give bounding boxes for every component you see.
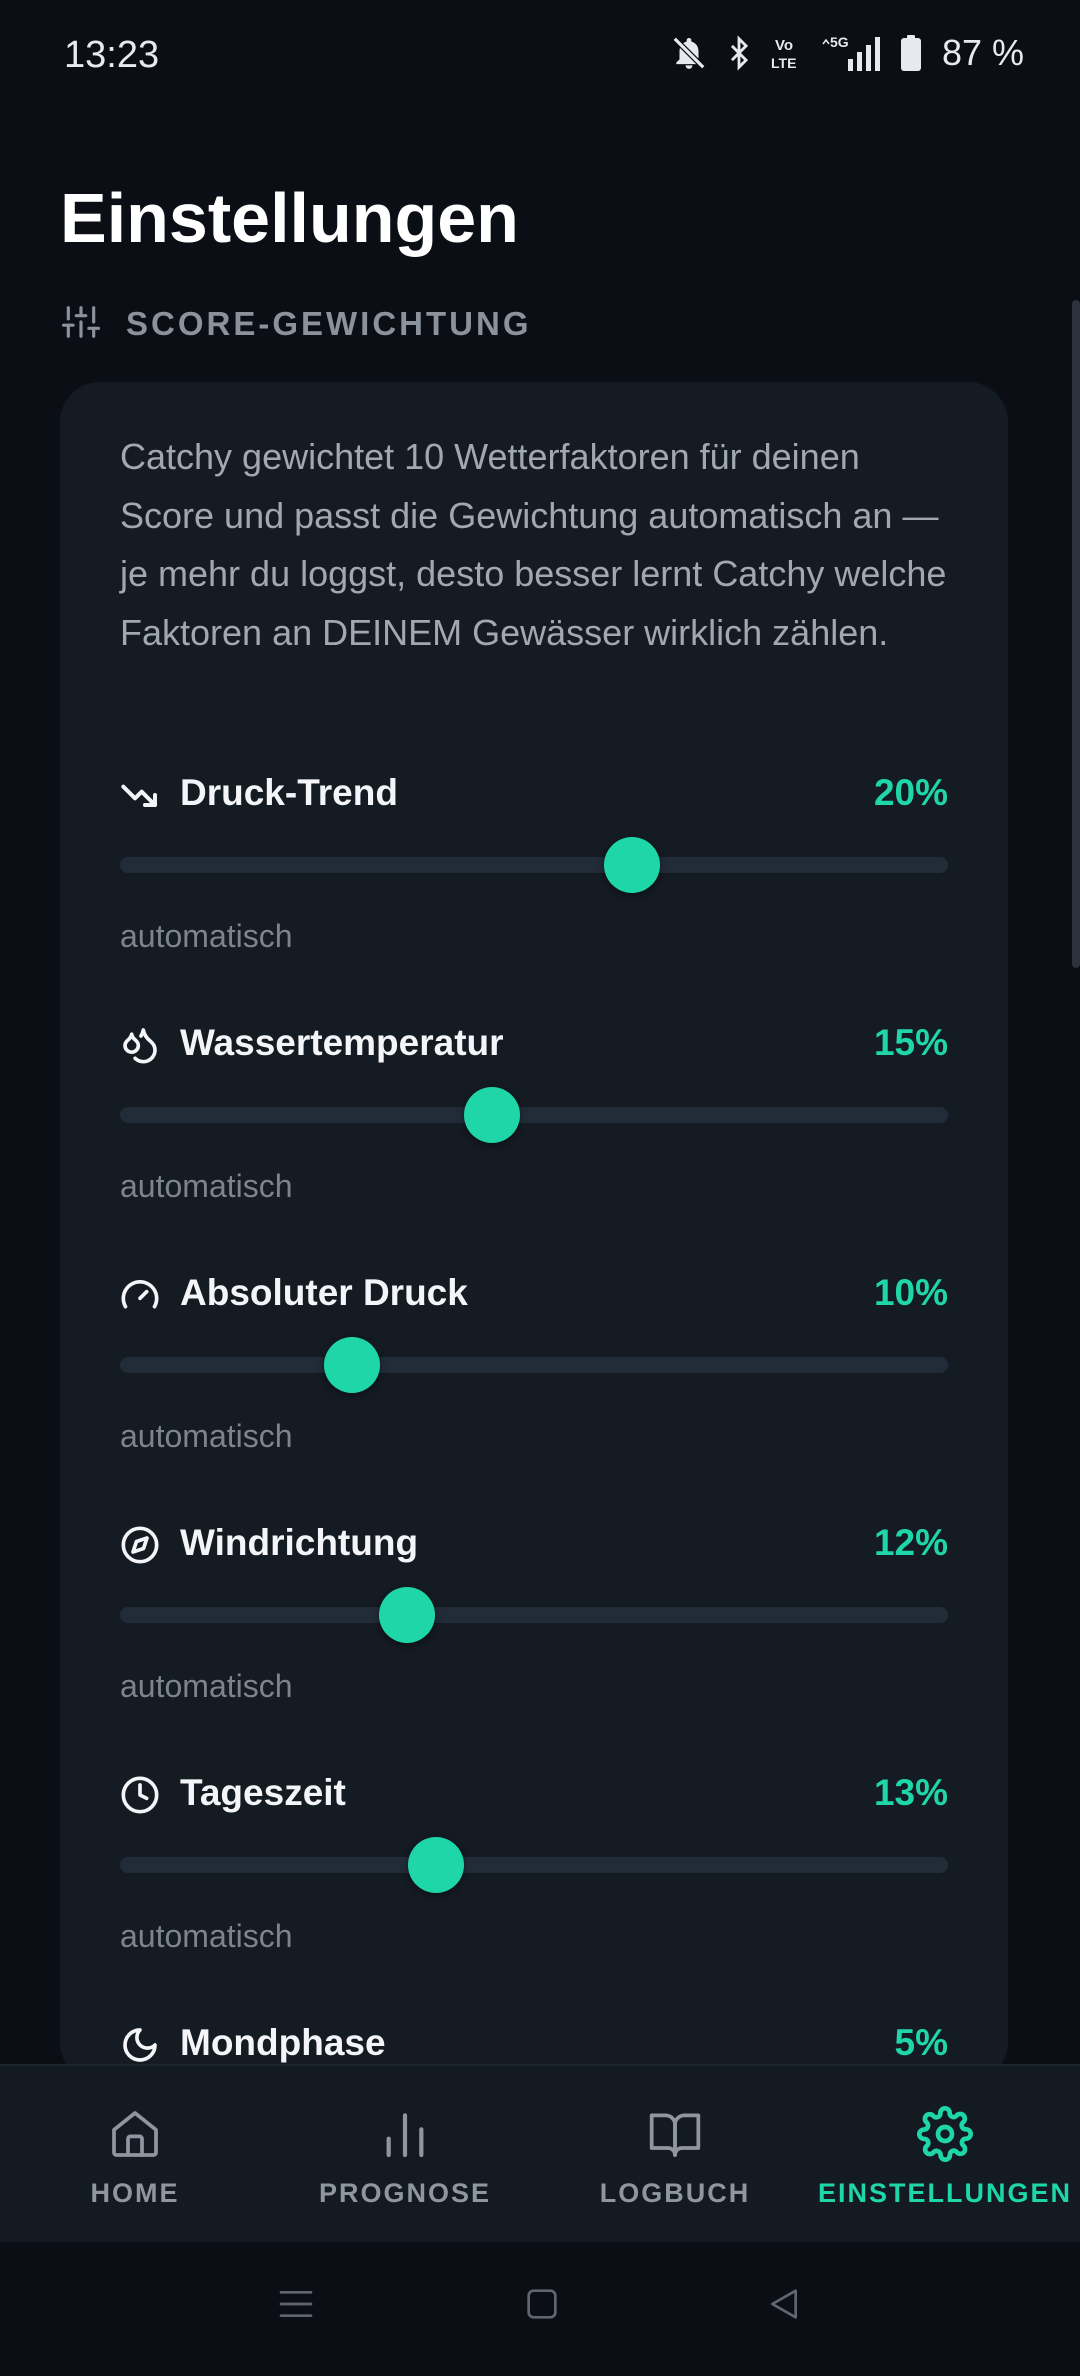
clock-icon [120, 1775, 160, 1815]
section-title: SCORE-GEWICHTUNG [126, 305, 532, 342]
gauge-icon [120, 1275, 160, 1315]
factor-value: 20% [873, 772, 948, 813]
factor-header: Windrichtung 12% [120, 1514, 948, 1574]
factor-windrichtung: Windrichtung 12% automatisch [120, 1514, 948, 1714]
factor-value: 13% [873, 1772, 948, 1813]
factor-header: Absoluter Druck 10% [120, 1264, 948, 1324]
svg-text:LTE: LTE [771, 55, 796, 71]
nav-prognose[interactable]: PROGNOSE [270, 2066, 540, 2244]
factor-value: 5% [894, 2022, 948, 2063]
slider-thumb[interactable] [603, 837, 660, 893]
factor-name: Mondphase [180, 2022, 386, 2063]
network-type: 5G [830, 34, 849, 50]
volte-icon: Vo LTE [770, 34, 806, 72]
bluetooth-icon [722, 34, 756, 72]
factor-name: Windrichtung [180, 1522, 419, 1563]
nav-einstellungen[interactable]: EINSTELLUNGEN [810, 2066, 1080, 2244]
factor-tageszeit: Tageszeit 13% automatisch [120, 1764, 948, 1964]
status-icons: Vo LTE 5G 87 % [670, 32, 1024, 74]
back-icon[interactable] [764, 2284, 804, 2329]
factor-mode: automatisch [120, 918, 293, 954]
weight-slider[interactable] [120, 1587, 948, 1643]
battery-icon [900, 34, 922, 72]
nav-logbuch[interactable]: LOGBUCH [540, 2066, 810, 2244]
page-title: Einstellungen [60, 179, 519, 257]
compass-icon [120, 1525, 160, 1565]
slider-thumb[interactable] [379, 1587, 436, 1643]
bell-off-icon [670, 34, 708, 72]
factor-absoluter-druck: Absoluter Druck 10% automatisch [120, 1264, 948, 1464]
slider-track[interactable] [120, 1857, 948, 1873]
factor-name: Tageszeit [180, 1772, 346, 1813]
factor-druck-trend: Druck-Trend 20% automatisch [120, 764, 948, 964]
signal-icon: 5G [820, 33, 886, 73]
slider-track[interactable] [120, 1607, 948, 1623]
factor-mode: automatisch [120, 1418, 293, 1454]
droplets-icon [120, 1025, 160, 1065]
factor-wassertemperatur: Wassertemperatur 15% automatisch [120, 1014, 948, 1214]
nav-label: EINSTELLUNGEN [817, 2178, 1072, 2208]
slider-track[interactable] [120, 1107, 948, 1123]
menu-icon[interactable] [276, 2284, 316, 2329]
factor-name: Druck-Trend [180, 772, 398, 813]
slider-track[interactable] [120, 1357, 948, 1373]
bottom-navigation: HOME PROGNOSE LOGBUCH EINSTELLUNGEN [0, 2064, 1080, 2244]
weight-slider[interactable] [120, 1087, 948, 1143]
slider-track[interactable] [120, 857, 948, 873]
card-description: Catchy gewichtet 10 Wetterfaktoren für d… [120, 436, 947, 653]
factor-header: Wassertemperatur 15% [120, 1014, 948, 1074]
factor-value: 15% [873, 1022, 948, 1063]
factor-value: 12% [873, 1522, 948, 1563]
factor-mode: automatisch [120, 1918, 293, 1954]
system-navigation-bar [0, 2242, 1080, 2376]
battery-percentage: 87 % [941, 32, 1024, 73]
nav-label: LOGBUCH [599, 2178, 751, 2208]
svg-text:Vo: Vo [775, 37, 793, 54]
factor-mode: automatisch [120, 1668, 293, 1704]
status-bar: 13:23 Vo LTE 5G 87 % [0, 0, 1080, 118]
factor-mode: automatisch [120, 1168, 293, 1204]
status-time: 13:23 [64, 34, 160, 76]
factor-header: Druck-Trend 20% [120, 764, 948, 824]
weight-slider[interactable] [120, 1837, 948, 1893]
score-weighting-card: Catchy gewichtet 10 Wetterfaktoren für d… [60, 382, 1008, 2082]
scrollbar[interactable] [1072, 300, 1080, 968]
weight-slider[interactable] [120, 837, 948, 893]
slider-thumb[interactable] [408, 1837, 465, 1893]
nav-label: HOME [90, 2178, 180, 2208]
slider-thumb[interactable] [463, 1087, 520, 1143]
factor-header: Tageszeit 13% [120, 1764, 948, 1824]
section-header: SCORE-GEWICHTUNG [62, 300, 532, 348]
moon-icon [120, 2025, 160, 2065]
trending-down-icon [120, 775, 160, 815]
home-square-icon[interactable] [522, 2284, 562, 2329]
nav-label: PROGNOSE [318, 2178, 492, 2208]
factor-name: Absoluter Druck [180, 1272, 468, 1313]
factor-name: Wassertemperatur [180, 1022, 504, 1063]
slider-thumb[interactable] [323, 1337, 380, 1393]
weight-slider[interactable] [120, 1337, 948, 1393]
factor-value: 10% [873, 1272, 948, 1313]
sliders-icon [62, 302, 100, 347]
nav-home[interactable]: HOME [0, 2066, 270, 2244]
